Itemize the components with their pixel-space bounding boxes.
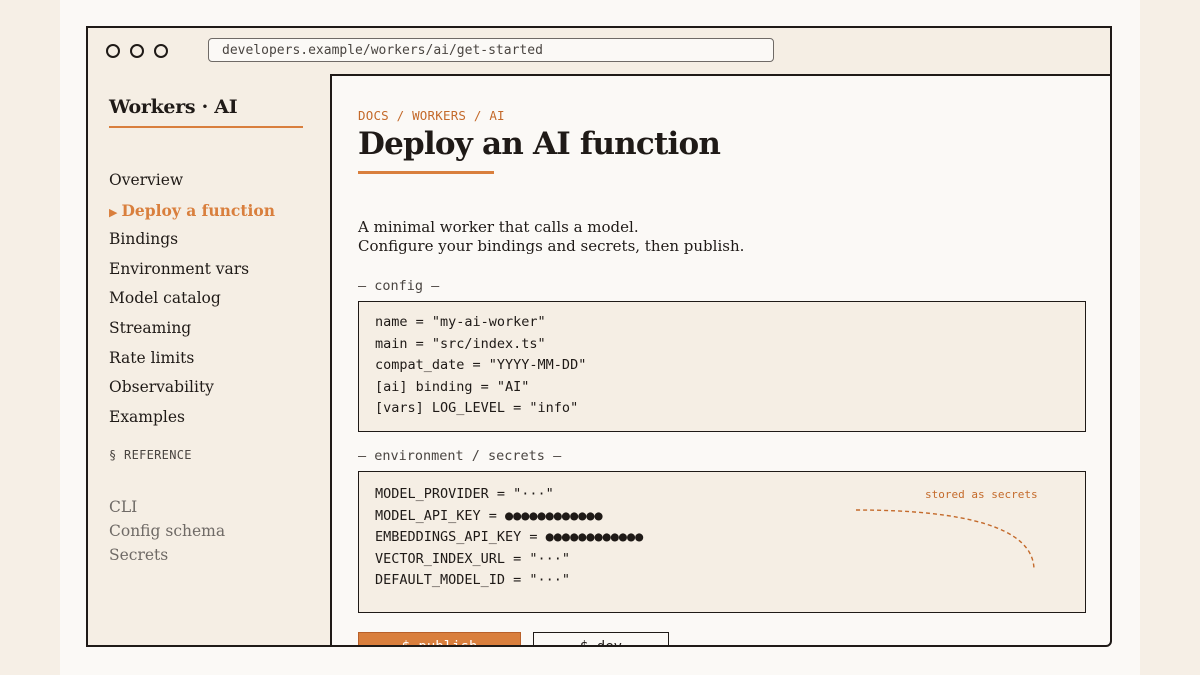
reference-heading: § REFERENCE — [109, 448, 192, 462]
code-line: VECTOR_INDEX_URL = "···" — [375, 551, 571, 567]
brand-underline — [109, 126, 303, 128]
description-line: Configure your bindings and secrets, the… — [358, 237, 745, 255]
description-line: A minimal worker that calls a model. — [358, 218, 639, 236]
reference-item-secrets[interactable]: Secrets — [109, 546, 168, 564]
sidebar-item-label: Rate limits — [109, 349, 195, 367]
window-maximize-icon[interactable] — [154, 44, 168, 58]
browser-titlebar: developers.example/workers/ai/get-starte… — [88, 28, 1110, 76]
code-line: MODEL_PROVIDER = "···" — [375, 486, 554, 502]
breadcrumb: DOCS / WORKERS / AI — [358, 108, 505, 123]
config-code-block: name = "my-ai-worker" main = "src/index.… — [358, 301, 1086, 432]
sidebar-item-environment-vars[interactable]: Environment vars — [109, 260, 249, 278]
sidebar-item-label: Observability — [109, 378, 214, 396]
code-line: MODEL_API_KEY = ●●●●●●●●●●●● — [375, 508, 603, 524]
sidebar-item-label: Streaming — [109, 319, 192, 337]
sidebar-item-model-catalog[interactable]: Model catalog — [109, 289, 221, 307]
annotation-arrow-icon — [855, 509, 1035, 571]
dev-button[interactable]: $ dev — [533, 632, 669, 645]
code-line: [ai] binding = "AI" — [375, 379, 530, 395]
code-line: EMBEDDINGS_API_KEY = ●●●●●●●●●●●● — [375, 529, 644, 545]
sidebar-item-label: Model catalog — [109, 289, 221, 307]
secrets-annotation: stored as secrets — [925, 488, 1038, 501]
sidebar-item-label: Overview — [109, 171, 184, 189]
window-close-icon[interactable] — [106, 44, 120, 58]
reference-item-cli[interactable]: CLI — [109, 498, 137, 516]
sidebar-item-examples[interactable]: Examples — [109, 408, 185, 426]
page-title: Deploy an AI function — [358, 126, 721, 162]
publish-button[interactable]: $ publish — [358, 632, 521, 645]
sidebar-item-label: Deploy a function — [121, 201, 275, 220]
address-bar[interactable]: developers.example/workers/ai/get-starte… — [208, 38, 774, 62]
config-section-label: — config — — [358, 278, 440, 294]
brand-title: Workers · AI — [109, 96, 238, 118]
code-line: name = "my-ai-worker" — [375, 314, 546, 330]
active-marker-icon: ▶ — [109, 206, 118, 219]
code-line: [vars] LOG_LEVEL = "info" — [375, 400, 579, 416]
sidebar-item-overview[interactable]: Overview — [109, 171, 183, 189]
sidebar-item-observability[interactable]: Observability — [109, 378, 214, 396]
sidebar-item-label: Environment vars — [109, 260, 250, 278]
sidebar-item-label: Examples — [109, 408, 186, 426]
browser-window: developers.example/workers/ai/get-starte… — [86, 26, 1112, 647]
main-content: DOCS / WORKERS / AI Deploy an AI functio… — [332, 74, 1110, 645]
sidebar-item-streaming[interactable]: Streaming — [109, 319, 191, 337]
docs-sidebar: Workers · AI Overview ▶ Deploy a function… — [88, 74, 332, 645]
code-line: main = "src/index.ts" — [375, 336, 546, 352]
sidebar-item-label: Bindings — [109, 230, 179, 248]
sidebar-item-deploy-a-function[interactable]: ▶ Deploy a function — [109, 201, 275, 220]
code-line: DEFAULT_MODEL_ID = "···" — [375, 572, 571, 588]
title-underline — [358, 171, 494, 174]
reference-item-config-schema[interactable]: Config schema — [109, 522, 225, 540]
sidebar-item-rate-limits[interactable]: Rate limits — [109, 349, 194, 367]
env-section-label: — environment / secrets — — [358, 448, 562, 464]
code-line: compat_date = "YYYY-MM-DD" — [375, 357, 587, 373]
sidebar-item-bindings[interactable]: Bindings — [109, 230, 178, 248]
window-minimize-icon[interactable] — [130, 44, 144, 58]
env-code-block: MODEL_PROVIDER = "···" MODEL_API_KEY = ●… — [358, 471, 1086, 613]
